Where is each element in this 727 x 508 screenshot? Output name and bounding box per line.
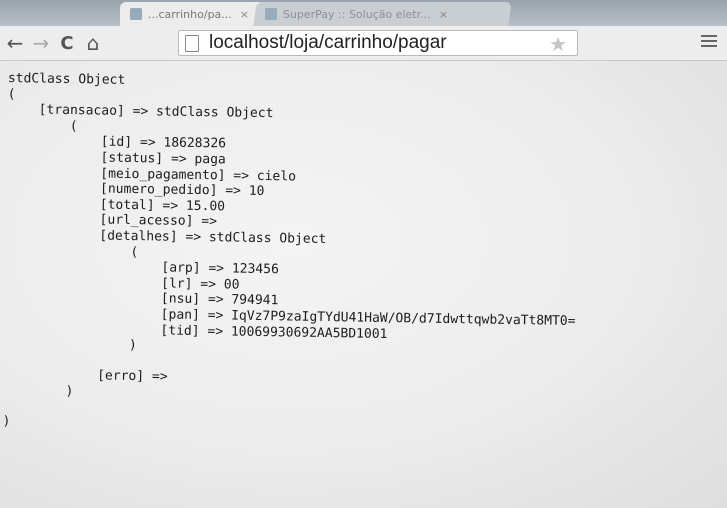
close-tab-icon[interactable]: ×	[439, 8, 448, 21]
page-content: stdClass Object( [transacao] => stdClass…	[0, 61, 727, 508]
tab-title: ...carrinho/pa...	[148, 7, 232, 21]
address-bar[interactable]: localhost/loja/carrinho/pagar ★	[178, 30, 578, 56]
home-icon[interactable]: ⌂	[82, 31, 104, 55]
tab-superpay[interactable]: SuperPay :: Solução eletr... ×	[253, 2, 512, 26]
close-tab-icon[interactable]: ×	[240, 8, 249, 21]
print-r-output: stdClass Object( [transacao] => stdClass…	[2, 71, 579, 439]
page-favicon-icon	[130, 8, 142, 20]
bookmark-star-icon[interactable]: ★	[549, 32, 567, 56]
back-icon[interactable]: ←	[4, 31, 26, 55]
superpay-favicon-icon	[265, 8, 277, 20]
browser-toolbar: ← → C ⌂ localhost/loja/carrinho/pagar ★	[0, 26, 727, 61]
browser-window: ...carrinho/pa... × SuperPay :: Solução …	[0, 0, 727, 508]
reload-icon[interactable]: C	[56, 32, 78, 54]
menu-icon[interactable]	[701, 32, 717, 48]
page-icon	[185, 34, 199, 52]
tab-title: SuperPay :: Solução eletr...	[283, 7, 431, 21]
tab-strip: ...carrinho/pa... × SuperPay :: Solução …	[0, 0, 727, 26]
url-text[interactable]: localhost/loja/carrinho/pagar	[209, 32, 447, 54]
forward-icon[interactable]: →	[30, 31, 52, 55]
